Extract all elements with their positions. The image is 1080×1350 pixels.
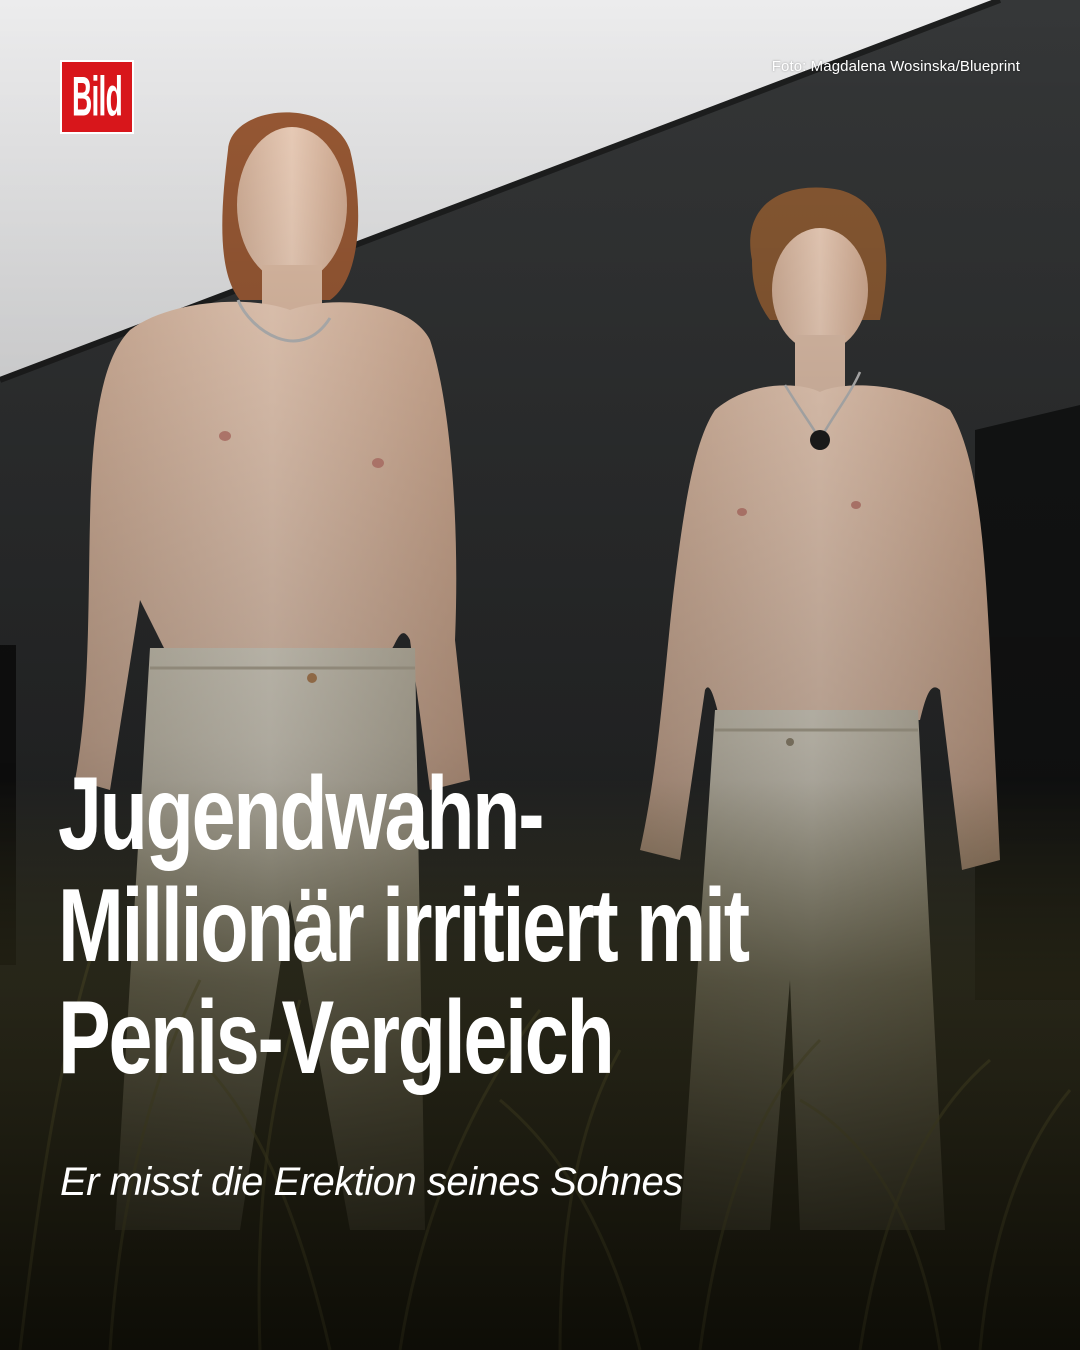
photo-credit: Foto: Magdalena Wosinska/Blueprint xyxy=(771,58,1020,75)
headline-line: Penis-Vergleich xyxy=(58,980,615,1096)
subline: Er misst die Erektion seines Sohnes xyxy=(60,1160,683,1204)
logo-text: Bild xyxy=(72,64,123,128)
photo xyxy=(0,0,1080,1350)
post-card: Bild Foto: Magdalena Wosinska/Blueprint … xyxy=(0,0,1080,1350)
headline-line: Jugendwahn- xyxy=(58,756,545,872)
headline-line: Millionär irritiert mit xyxy=(58,868,750,984)
headline: Jugendwahn- Millionär irritiert mit Peni… xyxy=(58,758,1038,1094)
bild-logo: Bild xyxy=(60,60,134,134)
